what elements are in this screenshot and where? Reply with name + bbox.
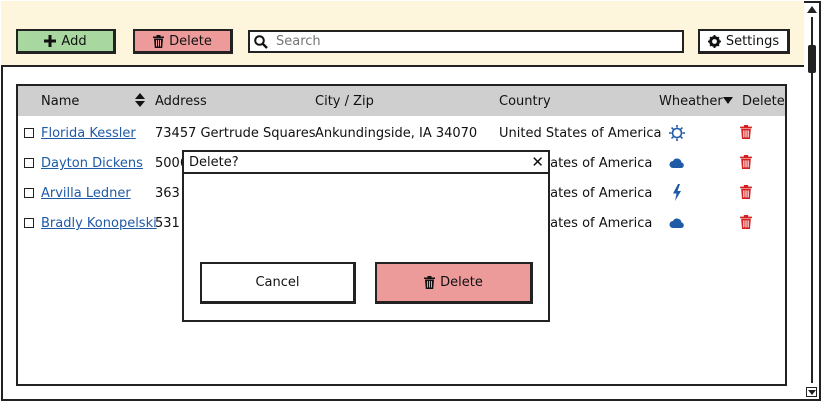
row-name-link[interactable]: Florida Kessler	[41, 126, 136, 141]
row-address: 363	[155, 186, 180, 201]
search-input[interactable]	[274, 33, 658, 50]
row-country: tates of America	[545, 216, 653, 231]
sun-icon	[669, 125, 685, 141]
cloud-icon	[669, 158, 684, 168]
row-country: tates of America	[545, 156, 653, 171]
plus-icon	[44, 35, 57, 47]
row-name-link[interactable]: Arvilla Ledner	[41, 186, 131, 201]
row-address: 73457 Gertrude Squares	[155, 126, 316, 141]
chevron-down-icon[interactable]	[723, 97, 733, 104]
row-name-link[interactable]: Dayton Dickens	[41, 156, 143, 171]
row-checkbox[interactable]	[24, 188, 34, 198]
trash-icon	[153, 34, 165, 48]
row-checkbox[interactable]	[24, 218, 34, 228]
dialog-header: Delete? ✕	[184, 152, 548, 174]
header-country: Country	[499, 94, 551, 109]
cancel-button-label: Cancel	[255, 275, 300, 290]
sort-icon[interactable]	[135, 93, 145, 107]
search-field[interactable]	[248, 30, 684, 53]
vertical-scrollbar[interactable]	[805, 3, 819, 399]
trash-icon	[424, 276, 436, 289]
table-header: Name Address City / Zip Country Wheather…	[18, 86, 785, 116]
row-checkbox[interactable]	[24, 158, 34, 168]
row-delete-icon[interactable]	[740, 215, 752, 229]
add-button[interactable]: Add	[16, 29, 116, 54]
row-delete-icon[interactable]	[740, 185, 752, 199]
row-country: tates of America	[545, 186, 653, 201]
row-checkbox[interactable]	[24, 128, 34, 138]
search-icon	[254, 34, 268, 49]
scroll-up-icon[interactable]	[807, 6, 817, 13]
row-delete-icon[interactable]	[740, 125, 752, 139]
delete-button[interactable]: Delete	[133, 29, 233, 54]
row-city-zip: Ankundingside, IA 34070	[315, 126, 478, 141]
row-country: United States of America	[499, 126, 662, 141]
header-delete: Delete	[742, 94, 785, 109]
delete-button-label: Delete	[169, 33, 212, 49]
lightning-icon	[673, 184, 681, 201]
cancel-button[interactable]: Cancel	[200, 262, 356, 304]
gear-icon	[707, 34, 721, 48]
row-name-link[interactable]: Bradly Konopelski	[41, 216, 157, 231]
header-name[interactable]: Name	[41, 94, 79, 109]
settings-button[interactable]: Settings	[698, 29, 790, 54]
dialog-title: Delete?	[189, 155, 239, 170]
table-row: Florida Kessler 73457 Gertrude Squares A…	[18, 118, 785, 148]
settings-button-label: Settings	[725, 33, 780, 49]
add-button-label: Add	[61, 33, 87, 49]
confirm-delete-button[interactable]: Delete	[375, 262, 533, 304]
header-city-zip: City / Zip	[315, 94, 374, 109]
toolbar: Add Delete Settings	[1, 1, 804, 67]
header-address: Address	[155, 94, 207, 109]
close-icon[interactable]: ✕	[531, 153, 544, 171]
confirm-delete-label: Delete	[440, 275, 483, 290]
delete-confirm-dialog: Delete? ✕ Cancel Delete	[182, 150, 550, 322]
header-weather[interactable]: Wheather	[659, 94, 723, 109]
cloud-icon	[669, 218, 684, 228]
scrollbar-thumb[interactable]	[808, 45, 816, 73]
row-delete-icon[interactable]	[740, 155, 752, 169]
scroll-down-icon[interactable]	[806, 387, 817, 397]
